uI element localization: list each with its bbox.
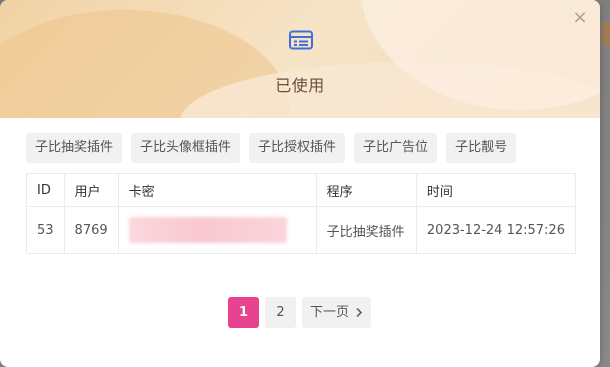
page-button-1[interactable]: 1 — [228, 297, 259, 328]
tab-license-plugin[interactable]: 子比授权插件 — [249, 133, 346, 163]
tab-lottery-plugin[interactable]: 子比抽奖插件 — [26, 133, 123, 163]
close-icon[interactable]: × — [570, 8, 590, 28]
column-header-id: ID — [26, 173, 65, 207]
modal-title: 已使用 — [275, 76, 325, 95]
cell-program: 子比抽奖插件 — [315, 206, 417, 254]
column-header-card: 卡密 — [117, 173, 317, 207]
used-cards-table: ID 用户 卡密 程序 时间 53 8769 子比抽奖插件 2023-12-24… — [26, 173, 577, 254]
redacted-card-key — [128, 217, 287, 243]
card-icon — [289, 30, 313, 50]
cell-time: 2023-12-24 12:57:26 — [415, 206, 577, 254]
cell-user: 8769 — [63, 206, 119, 254]
cell-id: 53 — [26, 206, 65, 254]
column-header-program: 程序 — [315, 173, 417, 207]
program-filter-tabs: 子比抽奖插件 子比头像框插件 子比授权插件 子比广告位 子比靓号 — [26, 133, 517, 163]
table-header-row: ID 用户 卡密 程序 时间 — [26, 173, 577, 207]
page-button-2[interactable]: 2 — [265, 297, 296, 328]
used-cards-modal: 已使用 × 子比抽奖插件 子比头像框插件 子比授权插件 子比广告位 子比靓号 I… — [0, 0, 600, 367]
next-page-label: 下一页 — [310, 305, 350, 320]
column-header-time: 时间 — [415, 173, 577, 207]
tab-ad-slot[interactable]: 子比广告位 — [354, 133, 438, 163]
tab-vanity-id[interactable]: 子比靓号 — [446, 133, 517, 163]
next-page-button[interactable]: 下一页 — [302, 297, 372, 328]
modal-header: 已使用 × — [0, 0, 600, 118]
table-row: 53 8769 子比抽奖插件 2023-12-24 12:57:26 — [26, 206, 577, 254]
tab-avatar-frame-plugin[interactable]: 子比头像框插件 — [131, 133, 241, 163]
cell-card — [117, 206, 317, 254]
pagination: 1 2 下一页 — [228, 297, 372, 328]
chevron-right-icon — [356, 307, 363, 318]
column-header-user: 用户 — [63, 173, 119, 207]
backdrop-strip-right — [602, 22, 610, 46]
